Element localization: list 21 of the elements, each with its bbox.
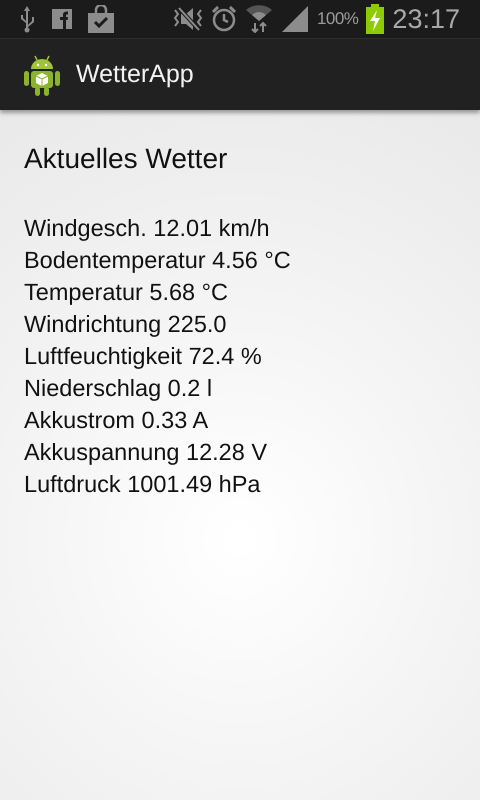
battery-charging-icon xyxy=(366,4,384,34)
weather-reading: Windrichtung 225.0 xyxy=(24,310,228,339)
alarm-clock-icon xyxy=(210,6,237,32)
facebook-icon xyxy=(52,9,72,29)
weather-reading: Luftdruck 1001.49 hPa xyxy=(24,470,262,499)
section-heading: Aktuelles Wetter xyxy=(24,142,228,176)
signal-icon xyxy=(280,5,309,33)
wifi-icon xyxy=(244,5,273,33)
battery-percentage: 100% xyxy=(316,8,358,30)
weather-reading: Bodentemperatur 4.56 °C xyxy=(24,246,292,275)
weather-reading: Akkustrom 0.33 A xyxy=(24,406,210,435)
weather-reading: Windgesch. 12.01 km/h xyxy=(24,214,271,243)
weather-reading: Niederschlag 0.2 l xyxy=(24,374,214,403)
weather-reading: Akkuspannung 12.28 V xyxy=(24,438,268,467)
shopping-bag-icon xyxy=(88,5,114,33)
usb-icon xyxy=(18,5,36,33)
clock-time: 23:17 xyxy=(392,2,460,36)
weather-reading: Luftfeuchtigkeit 72.4 % xyxy=(24,342,263,371)
mute-icon xyxy=(172,6,203,32)
weather-reading: Temperatur 5.68 °C xyxy=(24,278,230,307)
app-title: WetterApp xyxy=(76,58,194,90)
